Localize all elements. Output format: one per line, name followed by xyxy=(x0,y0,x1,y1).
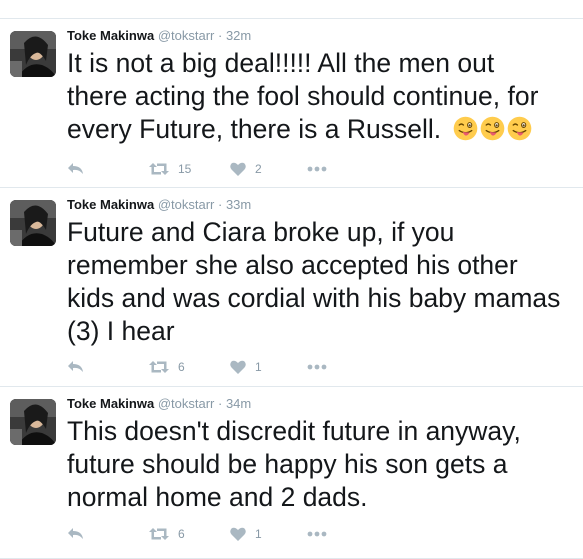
reply-button[interactable] xyxy=(67,159,84,179)
reply-icon xyxy=(68,528,83,539)
retweet-button[interactable]: 6 xyxy=(149,357,185,377)
tweet[interactable]: Toke Makinwa @tokstarr · 34m This doesn'… xyxy=(0,387,583,559)
tweet-text: This doesn't discredit future in anyway,… xyxy=(67,415,572,514)
tweet-header: Toke Makinwa @tokstarr · 32m xyxy=(67,28,251,43)
more-button[interactable] xyxy=(307,524,327,544)
avatar[interactable] xyxy=(10,399,56,445)
user-name[interactable]: Toke Makinwa xyxy=(67,197,154,212)
tweet-text-line: It is not a big deal!!!!! All the men ou… xyxy=(67,48,495,78)
tweet-text-line: Future and Ciara broke up, if you xyxy=(67,217,455,247)
previous-tweet-actions xyxy=(0,0,583,10)
tweet-text-line: (3) I hear xyxy=(67,316,175,346)
avatar-photo xyxy=(10,200,56,246)
retweet-count: 15 xyxy=(178,162,192,176)
timestamp[interactable]: 34m xyxy=(226,396,251,411)
tweet[interactable]: Toke Makinwa @tokstarr · 33m Future and … xyxy=(0,188,583,387)
tweet-text-line: This doesn't discredit future in anyway, xyxy=(67,416,521,446)
tweet-text-line: remember she also accepted his other xyxy=(67,250,518,280)
heart-icon xyxy=(230,360,246,374)
retweet-icon xyxy=(149,163,169,175)
tweet-text-line: normal home and 2 dads. xyxy=(67,482,368,512)
tweet-text-line: future should be happy his son gets a xyxy=(67,449,508,479)
heart-icon xyxy=(230,527,246,541)
user-handle[interactable]: @tokstarr xyxy=(158,396,215,411)
like-count: 1 xyxy=(255,360,262,374)
tweet-actions: 15 2 xyxy=(67,159,367,179)
timestamp[interactable]: 33m xyxy=(226,197,251,212)
separator: · xyxy=(217,197,223,212)
avatar[interactable] xyxy=(10,31,56,77)
retweet-icon xyxy=(149,361,169,373)
user-handle[interactable]: @tokstarr xyxy=(158,28,215,43)
tweet-text: It is not a big deal!!!!! All the men ou… xyxy=(67,47,572,146)
user-handle[interactable]: @tokstarr xyxy=(158,197,215,212)
like-button[interactable]: 1 xyxy=(230,357,262,377)
reply-icon xyxy=(68,163,83,174)
more-button[interactable] xyxy=(307,159,327,179)
retweet-button[interactable]: 6 xyxy=(149,524,185,544)
more-icon xyxy=(307,166,327,172)
retweet-count: 6 xyxy=(178,360,185,374)
retweet-button[interactable]: 15 xyxy=(149,159,191,179)
like-button[interactable]: 2 xyxy=(230,159,262,179)
more-icon xyxy=(307,531,327,537)
winking-face-with-tongue-icon xyxy=(480,116,505,141)
tweet-text-segment: every Future, there is a Russell. xyxy=(67,114,442,144)
more-button[interactable] xyxy=(307,357,327,377)
separator: · xyxy=(217,396,223,411)
tweet-actions: 6 1 xyxy=(67,524,367,544)
avatar[interactable] xyxy=(10,200,56,246)
heart-icon xyxy=(230,162,246,176)
tweet-text-line: there acting the fool should continue, f… xyxy=(67,81,539,111)
separator: · xyxy=(217,28,223,43)
like-button[interactable]: 1 xyxy=(230,524,262,544)
timestamp[interactable]: 32m xyxy=(226,28,251,43)
more-icon xyxy=(307,364,327,370)
reply-button[interactable] xyxy=(67,524,84,544)
winking-face-with-tongue-icon xyxy=(453,116,478,141)
tweet-text: Future and Ciara broke up, if you rememb… xyxy=(67,216,572,348)
like-count: 2 xyxy=(255,162,262,176)
like-count: 1 xyxy=(255,527,262,541)
tweet-header: Toke Makinwa @tokstarr · 33m xyxy=(67,197,251,212)
tweet-text-line: every Future, there is a Russell. xyxy=(67,113,572,146)
reply-button[interactable] xyxy=(67,357,84,377)
tweet-text-line: kids and was cordial with his baby mamas xyxy=(67,283,561,313)
retweet-count: 6 xyxy=(178,527,185,541)
user-name[interactable]: Toke Makinwa xyxy=(67,396,154,411)
winking-face-with-tongue-icon xyxy=(507,116,532,141)
user-name[interactable]: Toke Makinwa xyxy=(67,28,154,43)
tweet-header: Toke Makinwa @tokstarr · 34m xyxy=(67,396,251,411)
retweet-icon xyxy=(149,528,169,540)
reply-icon xyxy=(68,361,83,372)
avatar-photo xyxy=(10,399,56,445)
tweet[interactable]: Toke Makinwa @tokstarr · 32m It is not a… xyxy=(0,19,583,188)
avatar-photo xyxy=(10,31,56,77)
tweet-actions: 6 1 xyxy=(67,357,367,377)
